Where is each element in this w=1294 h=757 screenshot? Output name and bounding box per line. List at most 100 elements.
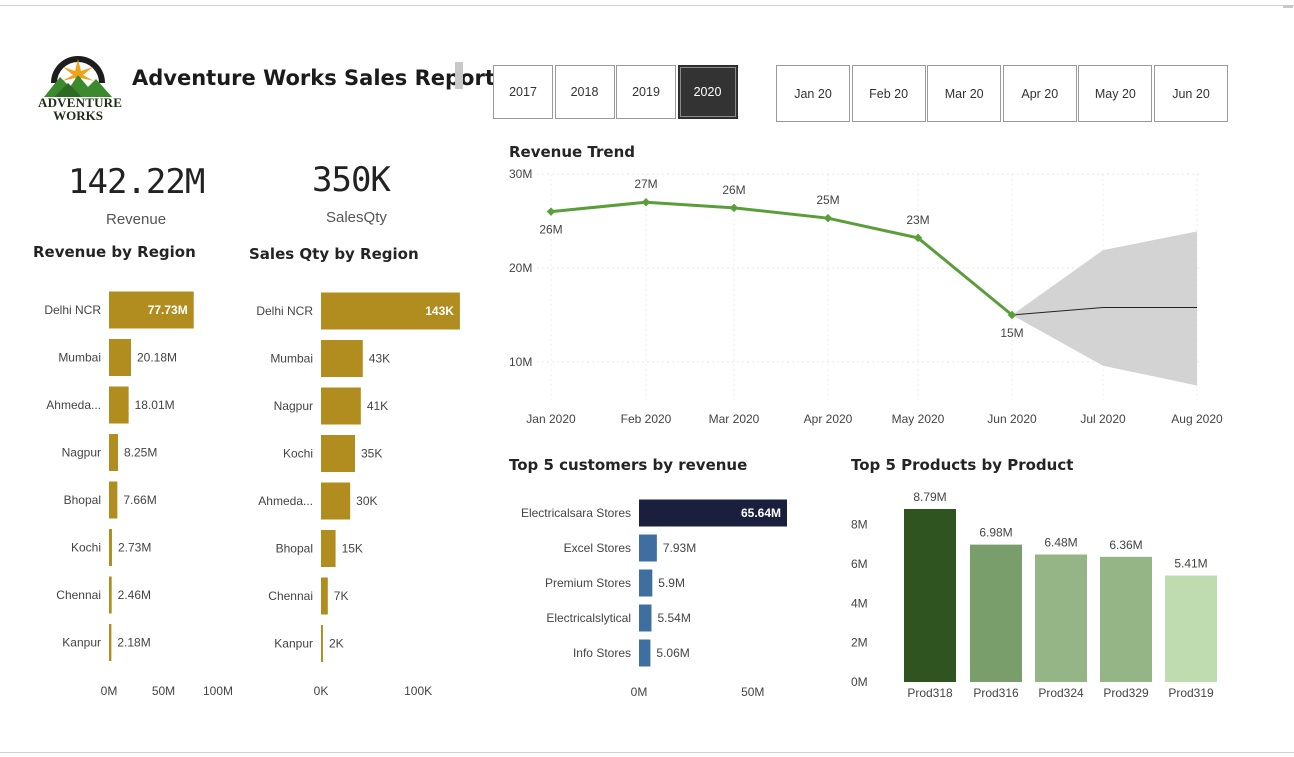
category-label: Kanpur — [274, 637, 313, 651]
y-tick-label: 10M — [509, 355, 532, 369]
x-tick-label: Jul 2020 — [1080, 412, 1126, 426]
salesqty-kpi-label: SalesQty — [326, 209, 387, 226]
category-label: Excel Stores — [564, 541, 631, 555]
data-label: 5.9M — [658, 576, 685, 590]
x-tick-label: 0M — [631, 685, 648, 699]
forecast-confidence-band — [1012, 231, 1197, 386]
data-point — [823, 213, 833, 223]
category-label: Prod318 — [907, 686, 953, 700]
category-label: Info Stores — [573, 646, 631, 660]
month-button-Mar-20[interactable]: Mar 20 — [927, 65, 1002, 122]
top-products-title: Top 5 Products by Product — [851, 456, 1074, 474]
category-label: Chennai — [268, 589, 313, 603]
category-label: Electricalslytical — [546, 611, 631, 625]
revenue-by-region-chart: Delhi NCR 77.73M Mumbai 20.18M Ahmeda... 18.0… — [44, 291, 233, 698]
y-tick-label: 2M — [851, 636, 868, 650]
category-label: Prod324 — [1038, 686, 1084, 700]
y-tick-label: 0M — [851, 675, 868, 689]
category-label: Kochi — [71, 541, 101, 555]
bar — [639, 569, 653, 597]
x-tick-label: Jun 2020 — [987, 412, 1037, 426]
x-tick-label: Mar 2020 — [709, 412, 760, 426]
category-label: Bhopal — [64, 493, 101, 507]
category-label: Chennai — [56, 588, 101, 602]
logo-text-line2: WORKS — [53, 108, 103, 123]
month-button-Feb-20[interactable]: Feb 20 — [851, 65, 926, 122]
data-point — [729, 203, 739, 213]
bar — [109, 624, 112, 661]
revenue-trend-title: Revenue Trend — [509, 143, 635, 161]
bar — [321, 387, 361, 425]
bar — [1165, 575, 1217, 682]
x-tick-label: 0K — [314, 684, 329, 698]
report-title: Adventure Works Sales Report — [132, 66, 495, 90]
data-label: 2.18M — [117, 636, 150, 650]
bar — [639, 534, 657, 562]
bar — [109, 434, 118, 471]
data-label: 7K — [334, 589, 349, 603]
bar — [321, 482, 351, 520]
top-products-chart: 0M 2M 4M 6M 8M 8.79M Prod318 6.98M Prod316 6.48M P… — [851, 490, 1217, 700]
data-label: 143K — [425, 304, 454, 318]
x-tick-label: 0M — [101, 684, 118, 698]
category-label: Electricalsara Stores — [521, 506, 631, 520]
year-button-2017[interactable]: 2017 — [493, 65, 553, 119]
month-button-Apr-20[interactable]: Apr 20 — [1002, 65, 1077, 122]
bar — [109, 576, 112, 614]
x-tick-label: Aug 2020 — [1171, 412, 1223, 426]
x-tick-label: 50M — [152, 684, 175, 698]
revenue-by-region-title: Revenue by Region — [33, 243, 196, 261]
bar — [1035, 554, 1087, 682]
category-label: Ahmeda... — [258, 494, 313, 508]
year-button-2018[interactable]: 2018 — [554, 65, 615, 119]
bottom-border — [0, 752, 1294, 753]
x-tick-label: Feb 2020 — [621, 412, 672, 426]
bar — [109, 481, 118, 519]
category-label: Bhopal — [276, 542, 313, 556]
category-label: Premium Stores — [545, 576, 631, 590]
data-label: 26M — [539, 223, 562, 237]
bar — [109, 386, 129, 424]
category-label: Nagpur — [274, 399, 313, 413]
bar — [321, 340, 363, 377]
data-label: 8.25M — [124, 446, 157, 460]
data-label: 15M — [1000, 326, 1023, 340]
category-label: Kochi — [283, 447, 313, 461]
data-label: 35K — [361, 447, 382, 461]
data-label: 2K — [329, 637, 344, 651]
category-label: Delhi NCR — [44, 303, 101, 317]
data-label: 25M — [816, 193, 839, 207]
category-label: Prod316 — [973, 686, 1019, 700]
data-label: 7.93M — [663, 541, 696, 555]
bar — [639, 604, 652, 632]
category-label: Kanpur — [62, 636, 101, 650]
data-label: 6.98M — [979, 526, 1012, 540]
data-label: 30K — [356, 494, 377, 508]
data-label: 26M — [722, 183, 745, 197]
x-tick-label: May 2020 — [892, 412, 945, 426]
salesqty-by-region-chart: Delhi NCR 143K Mumbai 43K Nagpur 41K Kochi 35K A… — [256, 292, 460, 698]
year-button-2019[interactable]: 2019 — [616, 65, 676, 119]
month-button-Jun-20[interactable]: Jun 20 — [1154, 65, 1228, 122]
month-button-Jan-20[interactable]: Jan 20 — [776, 65, 850, 122]
data-label: 18.01M — [135, 398, 175, 412]
data-label: 6.48M — [1044, 535, 1077, 549]
x-tick-label: Apr 2020 — [804, 412, 853, 426]
revenue-kpi-value: 142.22M — [68, 162, 205, 202]
data-label: 2.46M — [118, 588, 151, 602]
bar — [321, 577, 328, 615]
category-label: Prod319 — [1168, 686, 1214, 700]
data-label: 2.73M — [118, 541, 151, 555]
logo-emblem-icon — [44, 56, 112, 97]
bar — [109, 529, 112, 566]
data-label: 8.79M — [913, 490, 946, 504]
data-label: 20.18M — [137, 351, 177, 365]
year-button-2020[interactable]: 2020 — [677, 65, 738, 119]
data-label: 23M — [906, 213, 929, 227]
data-label: 5.41M — [1174, 557, 1207, 571]
revenue-line — [550, 200, 1013, 317]
bar — [904, 509, 956, 682]
category-label: Delhi NCR — [256, 304, 313, 318]
data-label: 15K — [342, 542, 363, 556]
month-button-May-20[interactable]: May 20 — [1078, 65, 1153, 122]
